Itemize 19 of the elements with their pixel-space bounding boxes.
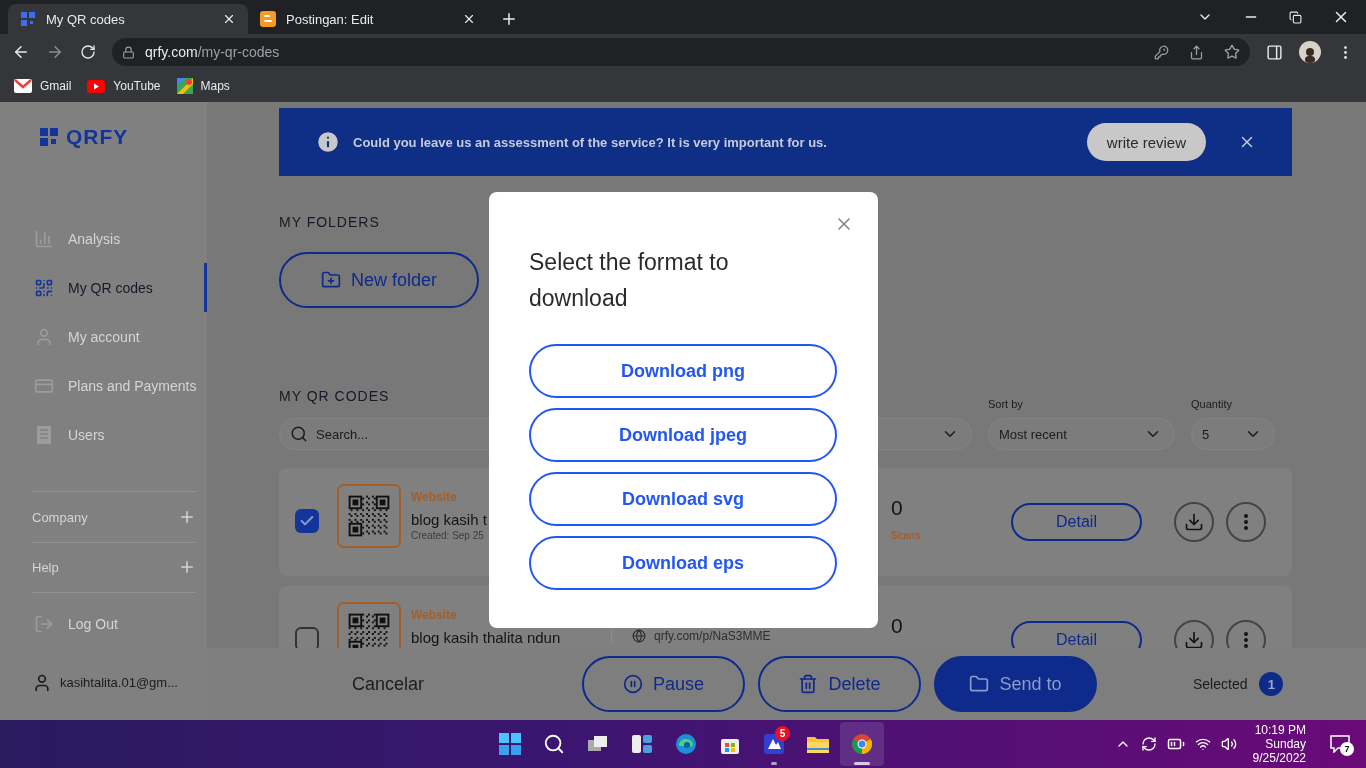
selected-count: 1 <box>1259 672 1284 696</box>
dialog-title: Select the format to download <box>529 248 730 313</box>
field-label: Quantity <box>1191 398 1233 410</box>
field-label: Sort by <box>988 398 1024 410</box>
created-date: Created: Sep 25 <box>411 530 485 541</box>
qr-type: Website <box>411 608 458 624</box>
notification-badge: 5 <box>775 726 790 741</box>
qr-name: blog kasih thalita ndun <box>411 630 562 646</box>
section-heading: MY QR CODES <box>279 388 390 404</box>
section-heading: MY FOLDERS <box>279 214 380 230</box>
qr-type: Website <box>411 490 458 506</box>
url-text: qrfy.com/my-qr-codes <box>145 44 281 60</box>
user-email: kasihtalita.01@gm... <box>60 675 178 691</box>
scan-count: 0 <box>891 496 904 520</box>
scan-label: Scans <box>891 530 922 541</box>
scan-count: 0 <box>891 614 904 638</box>
selected-label: Selected <box>1193 676 1248 692</box>
qr-name: blog kasih t <box>411 512 488 528</box>
banner-message: Could you leave us an assessment of the service? It is very important for us. <box>353 134 828 150</box>
